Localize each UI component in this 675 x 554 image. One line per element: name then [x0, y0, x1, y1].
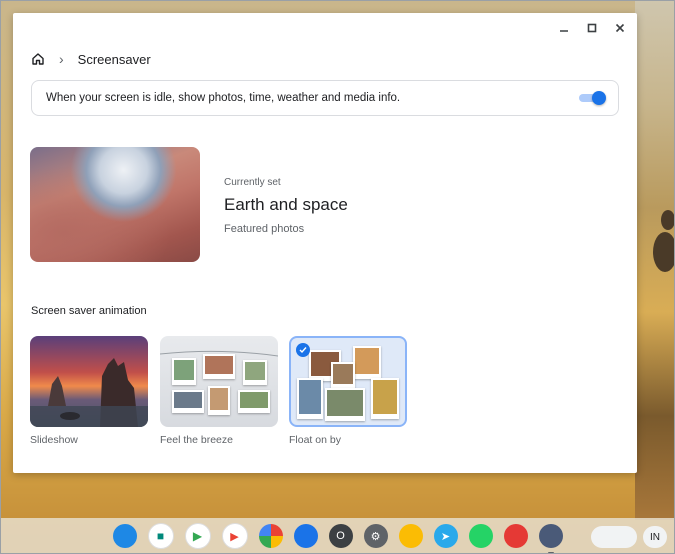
toggle-thumb	[592, 91, 606, 105]
meet-icon[interactable]: ■	[147, 523, 174, 549]
current-screensaver-title: Earth and space	[224, 195, 348, 214]
animation-option-feel-the-breeze[interactable]: Feel the breeze	[160, 336, 278, 446]
close-icon	[615, 23, 625, 33]
minimize-button[interactable]	[553, 17, 575, 39]
shelf: ■ ▶ ▶ O ⚙ ➤	[0, 518, 675, 554]
home-button[interactable]	[31, 52, 45, 66]
whatsapp-icon[interactable]	[468, 524, 493, 548]
wallpaper-scenery	[635, 0, 675, 520]
maximize-button[interactable]	[581, 17, 603, 39]
breadcrumb: › Screensaver	[31, 51, 151, 67]
current-screensaver-info: Currently set Earth and space Featured p…	[224, 177, 348, 235]
home-icon	[32, 53, 44, 65]
settings-icon[interactable]: ⚙	[363, 524, 388, 548]
palette-icon[interactable]	[503, 524, 528, 548]
status-tray[interactable]	[591, 526, 637, 548]
currently-set-label: Currently set	[224, 177, 281, 188]
window-controls	[553, 17, 631, 39]
screensaver-toggle[interactable]	[579, 91, 606, 105]
selected-check-icon	[296, 343, 310, 357]
feel-the-breeze-thumbnail	[160, 336, 278, 427]
current-screensaver-subtitle: Featured photos	[224, 223, 305, 235]
messages-icon[interactable]	[293, 524, 318, 548]
youtube-icon[interactable]: ▶	[221, 523, 248, 549]
animation-option-slideshow[interactable]: Slideshow	[30, 336, 148, 446]
settings-window: › Screensaver When your screen is idle, …	[13, 13, 637, 473]
page-title: Screensaver	[77, 51, 151, 67]
close-button[interactable]	[609, 17, 631, 39]
animation-option-label: Feel the breeze	[160, 434, 233, 446]
status-area[interactable]: IN	[591, 526, 667, 548]
maximize-icon	[587, 23, 597, 33]
toggle-description: When your screen is idle, show photos, t…	[46, 92, 401, 104]
chevron-right-icon: ›	[59, 51, 64, 67]
play-store-icon[interactable]: ▶	[184, 523, 211, 549]
screen-capture-icon[interactable]	[538, 524, 563, 554]
animation-option-float-on-by[interactable]: Float on by	[289, 336, 407, 446]
photos-icon[interactable]	[258, 524, 283, 548]
minimize-icon	[560, 30, 568, 32]
files-icon[interactable]	[112, 524, 137, 548]
float-on-by-thumbnail	[289, 336, 407, 427]
keyboard-layout-badge[interactable]: IN	[643, 526, 667, 548]
current-screensaver-preview[interactable]	[30, 147, 200, 262]
slideshow-thumbnail	[30, 336, 148, 427]
telegram-icon[interactable]: ➤	[433, 524, 458, 548]
animation-option-label: Float on by	[289, 434, 341, 446]
o-app-icon[interactable]: O	[328, 524, 353, 548]
animation-section-title: Screen saver animation	[31, 305, 147, 317]
idle-screensaver-toggle-row[interactable]: When your screen is idle, show photos, t…	[31, 80, 619, 116]
animation-option-label: Slideshow	[30, 434, 78, 446]
keep-icon[interactable]	[398, 524, 423, 548]
